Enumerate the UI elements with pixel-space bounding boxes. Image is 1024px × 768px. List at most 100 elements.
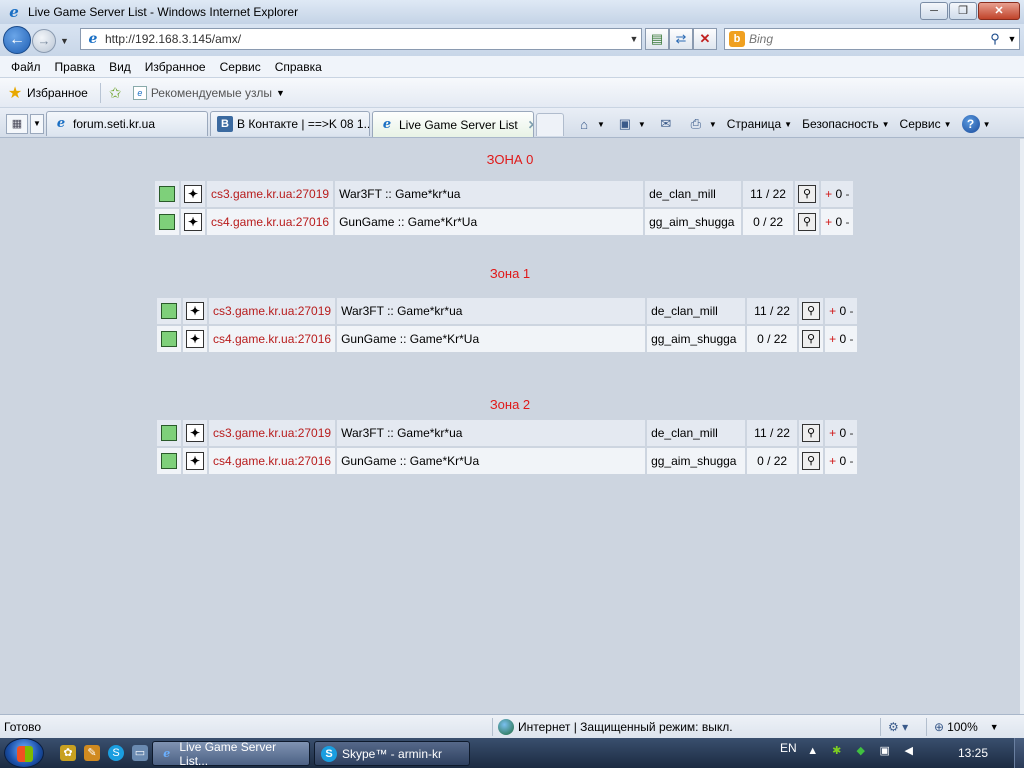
tab-forum[interactable]: e forum.seti.kr.ua	[46, 111, 208, 136]
table-row: ✦ cs3.game.kr.ua:27019 War3FT :: Game*kr…	[157, 298, 858, 324]
close-button[interactable]: ✕	[978, 2, 1020, 20]
vote-up-button[interactable]: +	[829, 304, 836, 318]
address-dropdown-icon[interactable]: ▼	[627, 34, 641, 44]
new-tab-button[interactable]	[536, 113, 564, 136]
show-hidden-icons-icon[interactable]: ▲	[805, 743, 821, 759]
help-button[interactable]: ? ▼	[961, 115, 990, 133]
menu-tools[interactable]: Сервис	[213, 60, 268, 74]
protected-mode-icon[interactable]: ⚙ ▾	[888, 720, 908, 734]
maximize-button[interactable]: ❐	[949, 2, 977, 20]
server-details-icon[interactable]: ⚲	[798, 213, 817, 231]
server-address-link[interactable]: cs4.game.kr.ua:27016	[211, 215, 329, 229]
language-indicator[interactable]: EN	[780, 741, 797, 755]
address-bar[interactable]: e http://192.168.3.145/amx/ ▼	[80, 28, 642, 50]
zone-title: Зона 1	[489, 266, 531, 281]
search-box[interactable]: b ⚲ ▼	[724, 28, 1020, 50]
server-details-icon[interactable]: ⚲	[798, 185, 817, 203]
forward-button[interactable]: →	[32, 29, 56, 53]
url-text[interactable]: http://192.168.3.145/amx/	[105, 32, 627, 46]
zoom-control[interactable]: ⊕ 100% ▼	[934, 720, 999, 734]
feeds-button[interactable]: ▣ ▼	[615, 116, 646, 132]
quick-launch-app-icon[interactable]: ▭	[132, 745, 148, 761]
counter-strike-icon[interactable]: ✦	[186, 302, 204, 320]
server-details-icon[interactable]: ⚲	[802, 424, 821, 442]
close-tab-icon[interactable]: ✕	[528, 118, 533, 132]
vote-down-button[interactable]: -	[849, 304, 853, 318]
search-icon[interactable]: ⚲	[985, 31, 1005, 47]
search-input[interactable]	[749, 32, 985, 46]
divider	[492, 718, 493, 736]
server-details-icon[interactable]: ⚲	[802, 330, 821, 348]
mail-button[interactable]: ✉	[656, 116, 676, 132]
add-favorite-icon[interactable]: ✩	[109, 84, 127, 102]
taskbar-item-skype[interactable]: S Skype™ - armin-kr	[314, 741, 470, 766]
tab-list-dropdown-icon[interactable]: ▼	[30, 114, 44, 134]
skype-quick-launch-icon[interactable]: S	[108, 745, 124, 761]
vote-up-button[interactable]: +	[829, 332, 836, 346]
counter-strike-icon[interactable]: ✦	[186, 452, 204, 470]
menu-file[interactable]: Файл	[4, 60, 48, 74]
minimize-button[interactable]: ─	[920, 2, 948, 20]
stop-icon[interactable]: ✕	[693, 28, 717, 50]
tray-app-icon[interactable]: ✱	[829, 743, 845, 759]
ie-page-icon: e	[382, 116, 392, 132]
refresh-icon[interactable]: ⇄	[669, 28, 693, 50]
quick-launch-app-icon[interactable]: ✿	[60, 745, 76, 761]
server-table-zone-0: ✦ cs3.game.kr.ua:27019 War3FT :: Game*kr…	[153, 179, 855, 237]
server-address-link[interactable]: cs3.game.kr.ua:27019	[213, 304, 331, 318]
safety-menu[interactable]: Безопасность ▼	[802, 117, 889, 131]
favorites-star-icon[interactable]: ★	[6, 83, 24, 103]
suggested-sites-button[interactable]: Рекомендуемые узлы	[151, 86, 272, 100]
favorites-button[interactable]: Избранное	[27, 86, 88, 100]
volume-icon[interactable]: ◀	[901, 743, 917, 759]
tab-live-game-server-list[interactable]: e Live Game Server List ✕	[372, 111, 534, 137]
back-button[interactable]: ←	[3, 26, 31, 54]
counter-strike-icon[interactable]: ✦	[186, 330, 204, 348]
menu-favorites[interactable]: Избранное	[138, 60, 213, 74]
vote-up-button[interactable]: +	[829, 426, 836, 440]
vote-down-button[interactable]: -	[845, 215, 849, 229]
zoom-dropdown-icon[interactable]: ▼	[990, 722, 999, 732]
tray-status-icon[interactable]: ◆	[853, 743, 869, 759]
menu-edit[interactable]: Правка	[48, 60, 103, 74]
vote-up-button[interactable]: +	[829, 454, 836, 468]
home-button[interactable]: ⌂ ▼	[574, 117, 605, 132]
server-name: GunGame :: Game*Kr*Ua	[337, 326, 646, 352]
print-button[interactable]: ⎙ ▼	[686, 116, 717, 132]
server-address-link[interactable]: cs3.game.kr.ua:27019	[213, 426, 331, 440]
network-icon[interactable]: ▣	[877, 743, 893, 759]
server-address-link[interactable]: cs4.game.kr.ua:27016	[213, 454, 331, 468]
server-details-icon[interactable]: ⚲	[802, 302, 821, 320]
vote-down-button[interactable]: -	[849, 426, 853, 440]
show-desktop-button[interactable]	[1014, 738, 1024, 768]
start-button[interactable]	[4, 738, 44, 768]
counter-strike-icon[interactable]: ✦	[186, 424, 204, 442]
page-menu[interactable]: Страница ▼	[727, 117, 792, 131]
recent-pages-dropdown-icon[interactable]: ▼	[60, 36, 69, 46]
vote-down-button[interactable]: -	[849, 332, 853, 346]
vote-up-button[interactable]: +	[825, 215, 832, 229]
security-zone[interactable]: Интернет | Защищенный режим: выкл.	[498, 718, 733, 735]
vote-up-button[interactable]: +	[825, 187, 832, 201]
taskbar-item-ie[interactable]: e Live Game Server List...	[152, 740, 310, 768]
vote-down-button[interactable]: -	[845, 187, 849, 201]
ie-logo-icon: e	[9, 3, 19, 21]
server-address-link[interactable]: cs3.game.kr.ua:27019	[211, 187, 329, 201]
counter-strike-icon[interactable]: ✦	[184, 185, 202, 203]
server-details-icon[interactable]: ⚲	[802, 452, 821, 470]
suggested-sites-icon: e	[132, 85, 147, 100]
compatibility-view-icon[interactable]: ▤	[645, 28, 669, 50]
tools-menu[interactable]: Сервис ▼	[900, 117, 952, 131]
search-options-dropdown-icon[interactable]: ▼	[1005, 34, 1019, 44]
counter-strike-icon[interactable]: ✦	[184, 213, 202, 231]
quick-tabs-icon[interactable]: ▦	[6, 114, 28, 134]
vote-down-button[interactable]: -	[849, 454, 853, 468]
menu-help[interactable]: Справка	[268, 60, 329, 74]
server-address-link[interactable]: cs4.game.kr.ua:27016	[213, 332, 331, 346]
server-online-icon	[161, 331, 177, 347]
clock[interactable]: 13:25	[958, 746, 988, 760]
tab-vkontakte[interactable]: B В Контакте | ==>K 08 1...	[210, 111, 370, 136]
quick-launch-app-icon[interactable]: ✎	[84, 745, 100, 761]
menu-view[interactable]: Вид	[102, 60, 138, 74]
suggested-sites-dropdown-icon[interactable]: ▼	[276, 88, 285, 98]
